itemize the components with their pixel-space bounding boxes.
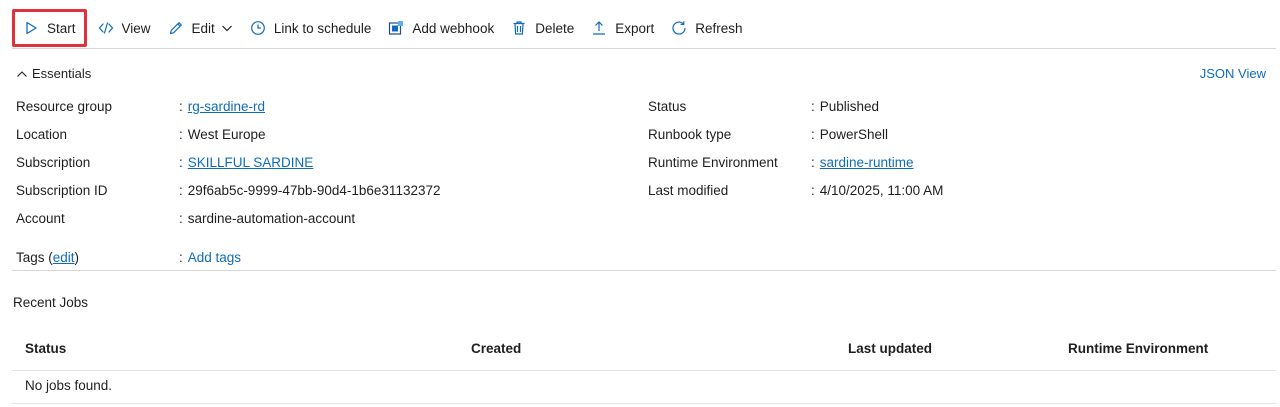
column-header-status[interactable]: Status bbox=[25, 341, 66, 356]
upload-icon bbox=[590, 19, 608, 37]
delete-label: Delete bbox=[535, 20, 575, 36]
edit-label: Edit bbox=[191, 20, 215, 36]
subscription-link[interactable]: SKILLFUL SARDINE bbox=[188, 155, 314, 170]
recent-jobs-title: Recent Jobs bbox=[13, 295, 89, 310]
add-webhook-label: Add webhook bbox=[412, 20, 495, 36]
subscription-id-label: Subscription ID bbox=[16, 183, 108, 198]
runtime-environment-label: Runtime Environment bbox=[648, 155, 778, 170]
status-text: Published bbox=[819, 99, 880, 114]
colon: : bbox=[179, 155, 183, 170]
last-modified-value: :4/10/2025, 11:00 AM bbox=[811, 183, 943, 198]
refresh-button[interactable]: Refresh bbox=[662, 9, 750, 47]
last-modified-text: 4/10/2025, 11:00 AM bbox=[819, 183, 944, 198]
json-view-link[interactable]: JSON View bbox=[1200, 66, 1266, 81]
resource-group-label: Resource group bbox=[16, 99, 113, 114]
colon: : bbox=[179, 211, 183, 226]
account-label: Account bbox=[16, 211, 65, 226]
view-button[interactable]: View bbox=[89, 9, 159, 47]
column-header-created[interactable]: Created bbox=[471, 341, 521, 356]
table-bottom-divider bbox=[12, 403, 1276, 404]
account-value: : sardine-automation-account bbox=[179, 211, 355, 226]
start-button[interactable]: Start bbox=[12, 9, 87, 47]
trash-icon bbox=[510, 19, 528, 37]
location-value: : West Europe bbox=[179, 127, 266, 142]
resource-group-link[interactable]: rg-sardine-rd bbox=[188, 99, 265, 114]
webhook-icon bbox=[387, 19, 405, 37]
tags-label: Tags (edit) bbox=[16, 250, 79, 265]
runtime-environment-link[interactable]: sardine-runtime bbox=[820, 155, 914, 170]
refresh-label: Refresh bbox=[695, 20, 743, 36]
start-label: Start bbox=[47, 20, 76, 36]
colon: : bbox=[179, 250, 183, 265]
subscription-value: : SKILLFUL SARDINE bbox=[179, 155, 313, 170]
export-button[interactable]: Export bbox=[582, 9, 662, 47]
delete-button[interactable]: Delete bbox=[502, 9, 582, 47]
chevron-up-icon bbox=[16, 68, 28, 80]
code-icon bbox=[97, 19, 115, 37]
essentials-divider bbox=[12, 270, 1276, 271]
location-label: Location bbox=[16, 127, 68, 142]
edit-button[interactable]: Edit bbox=[159, 9, 241, 47]
column-header-last-updated[interactable]: Last updated bbox=[848, 341, 932, 356]
subscription-id-value: :29f6ab5c-9999-47bb-90d4-1b6e31132372 bbox=[179, 183, 441, 198]
link-to-schedule-button[interactable]: Link to schedule bbox=[241, 9, 380, 47]
refresh-icon bbox=[670, 19, 688, 37]
tags-value: : Add tags bbox=[179, 250, 241, 265]
colon: : bbox=[811, 127, 815, 142]
table-header-divider bbox=[12, 370, 1276, 371]
resource-group-value: : rg-sardine-rd bbox=[179, 99, 265, 114]
runbook-type-label: Runbook type bbox=[648, 127, 732, 142]
toolbar-divider bbox=[12, 48, 1276, 49]
subscription-id-text: 29f6ab5c-9999-47bb-90d4-1b6e31132372 bbox=[187, 183, 441, 198]
runbook-type-text: PowerShell bbox=[819, 127, 889, 142]
link-to-schedule-label: Link to schedule bbox=[273, 20, 372, 36]
subscription-label: Subscription bbox=[16, 155, 91, 170]
tags-label-text: Tags ( bbox=[16, 250, 53, 265]
chevron-down-icon bbox=[221, 22, 233, 34]
colon: : bbox=[811, 155, 815, 170]
runtime-environment-value: : sardine-runtime bbox=[811, 155, 914, 170]
export-label: Export bbox=[615, 20, 655, 36]
status-value: : Published bbox=[811, 99, 879, 114]
column-header-runtime-environment[interactable]: Runtime Environment bbox=[1068, 341, 1208, 356]
last-modified-label: Last modified bbox=[648, 183, 729, 198]
command-bar: Start View Edit Link to schedule Add web… bbox=[12, 9, 751, 47]
essentials-title: Essentials bbox=[32, 66, 92, 81]
colon: : bbox=[179, 183, 183, 198]
runbook-type-value: : PowerShell bbox=[811, 127, 888, 142]
clock-icon bbox=[249, 19, 267, 37]
essentials-toggle[interactable]: Essentials bbox=[16, 66, 91, 81]
colon: : bbox=[811, 183, 815, 198]
add-tags-link[interactable]: Add tags bbox=[188, 250, 241, 265]
pencil-icon bbox=[167, 19, 185, 37]
tags-edit-link[interactable]: edit bbox=[53, 250, 75, 265]
play-icon bbox=[22, 19, 40, 37]
tags-label-close: ) bbox=[74, 250, 80, 265]
location-text: West Europe bbox=[187, 127, 266, 142]
empty-jobs-message: No jobs found. bbox=[25, 378, 113, 393]
view-label: View bbox=[121, 20, 151, 36]
colon: : bbox=[179, 127, 183, 142]
account-text: sardine-automation-account bbox=[187, 211, 356, 226]
colon: : bbox=[179, 99, 183, 114]
add-webhook-button[interactable]: Add webhook bbox=[379, 9, 502, 47]
colon: : bbox=[811, 99, 815, 114]
status-label: Status bbox=[648, 99, 687, 114]
